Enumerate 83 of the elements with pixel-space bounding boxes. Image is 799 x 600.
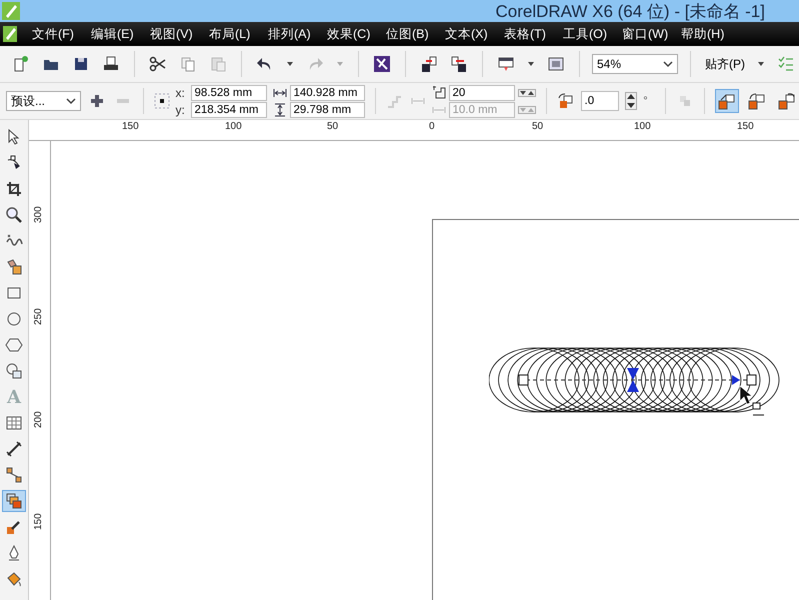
ruler-label: 300 — [33, 206, 44, 223]
ruler-label: 150 — [737, 121, 754, 132]
hexagon-icon — [5, 336, 23, 354]
caret-icon — [286, 61, 294, 67]
plus-icon — [88, 93, 104, 109]
ruler-label: 50 — [532, 121, 544, 132]
menu-item[interactable]: 帮助(H) — [681, 24, 727, 44]
ruler-label: 100 — [634, 121, 651, 132]
height-arrow-icon — [272, 102, 286, 116]
menu-item[interactable]: 工具(O) — [563, 24, 609, 44]
checklist-icon — [777, 55, 795, 73]
zoom-dropdown[interactable]: 54% — [592, 54, 678, 74]
ruler-label: 0 — [429, 121, 435, 132]
dimension-icon — [5, 440, 23, 458]
blend-icon — [5, 492, 23, 510]
snap-to-button[interactable]: 贴齐(P) — [703, 54, 747, 74]
rotation-spinner[interactable] — [625, 92, 638, 110]
chevron-down-icon — [66, 97, 76, 105]
picture-frame-icon — [547, 55, 565, 73]
width-field[interactable]: 140.928 mm — [290, 84, 364, 100]
bucket-shapes-icon — [5, 258, 23, 276]
menu-item[interactable]: 表格(T) — [504, 24, 550, 44]
eyedropper-icon — [5, 518, 23, 536]
blend-direction-button[interactable] — [715, 89, 739, 113]
caret-icon — [527, 61, 535, 67]
menu-item[interactable]: 视图(V) — [150, 24, 196, 44]
y-label: y: — [176, 102, 186, 116]
monitor-icon — [497, 55, 515, 73]
blend-steps-field[interactable]: 20 — [448, 84, 514, 100]
window-title: CorelDRAW X6 (64 位) - [未命名 -1] — [495, 0, 765, 22]
scissors-icon — [149, 55, 167, 73]
crop-icon — [5, 180, 23, 198]
menu-item[interactable]: 窗口(W) — [622, 24, 668, 44]
menu-item[interactable]: 文件(F) — [32, 24, 78, 44]
down-caret-icon — [626, 101, 636, 109]
step-count-icon — [432, 86, 446, 100]
height-field[interactable]: 29.798 mm — [290, 102, 364, 118]
menu-item[interactable]: 文本(X) — [445, 24, 491, 44]
position-grid-icon — [154, 93, 170, 109]
caret-icon — [757, 61, 765, 67]
rotation-field[interactable]: .0 — [580, 91, 620, 111]
steps-spinner[interactable] — [518, 88, 536, 96]
table-icon — [5, 414, 23, 432]
new-document-icon — [12, 55, 30, 73]
connector-icon — [5, 466, 23, 484]
copy-icon — [179, 55, 197, 73]
blend-clockwise-icon — [747, 91, 767, 111]
spacing-icon — [410, 95, 426, 107]
up-caret-icon — [626, 93, 636, 101]
chevron-down-icon — [663, 60, 673, 68]
x-position-field[interactable]: 98.528 mm — [190, 84, 266, 100]
shapes-icon — [5, 362, 23, 380]
menu-item[interactable]: 排列(A) — [268, 24, 314, 44]
menu-item[interactable]: 位图(B) — [386, 24, 432, 44]
import-icon — [420, 55, 438, 73]
search-content-button[interactable] — [371, 53, 393, 75]
width-arrow-icon — [272, 88, 286, 98]
degree-unit: ° — [643, 95, 649, 107]
mouse-cursor-icon — [740, 385, 764, 416]
x-label: x: — [176, 86, 186, 100]
ruler-label: 200 — [33, 411, 44, 428]
zoom-icon — [5, 206, 23, 224]
rotate-blend-icon — [556, 92, 574, 110]
crossed-square-icon — [373, 55, 391, 73]
export-icon — [450, 55, 468, 73]
ruler-label: 50 — [327, 121, 338, 132]
y-position-field[interactable]: 218.354 mm — [190, 102, 266, 118]
ellipse-icon — [5, 310, 23, 328]
ruler-label: 250 — [33, 308, 44, 325]
ruler-label: 100 — [225, 121, 242, 132]
menu-item[interactable]: 效果(C) — [327, 24, 373, 44]
menu-item[interactable]: 布局(L) — [209, 24, 255, 44]
preset-dropdown[interactable]: 预设... — [6, 91, 80, 111]
app-logo-icon — [2, 2, 20, 20]
paint-bucket-icon — [5, 570, 23, 588]
clipboard-icon — [209, 55, 227, 73]
ruler-label: 150 — [33, 513, 44, 530]
printer-icon — [102, 55, 120, 73]
ruler-label: 150 — [122, 121, 139, 132]
blend-drawing[interactable] — [489, 348, 780, 412]
caret-icon — [336, 61, 344, 67]
menu-item[interactable]: 编辑(E) — [91, 24, 137, 44]
app-logo-icon — [3, 24, 19, 44]
